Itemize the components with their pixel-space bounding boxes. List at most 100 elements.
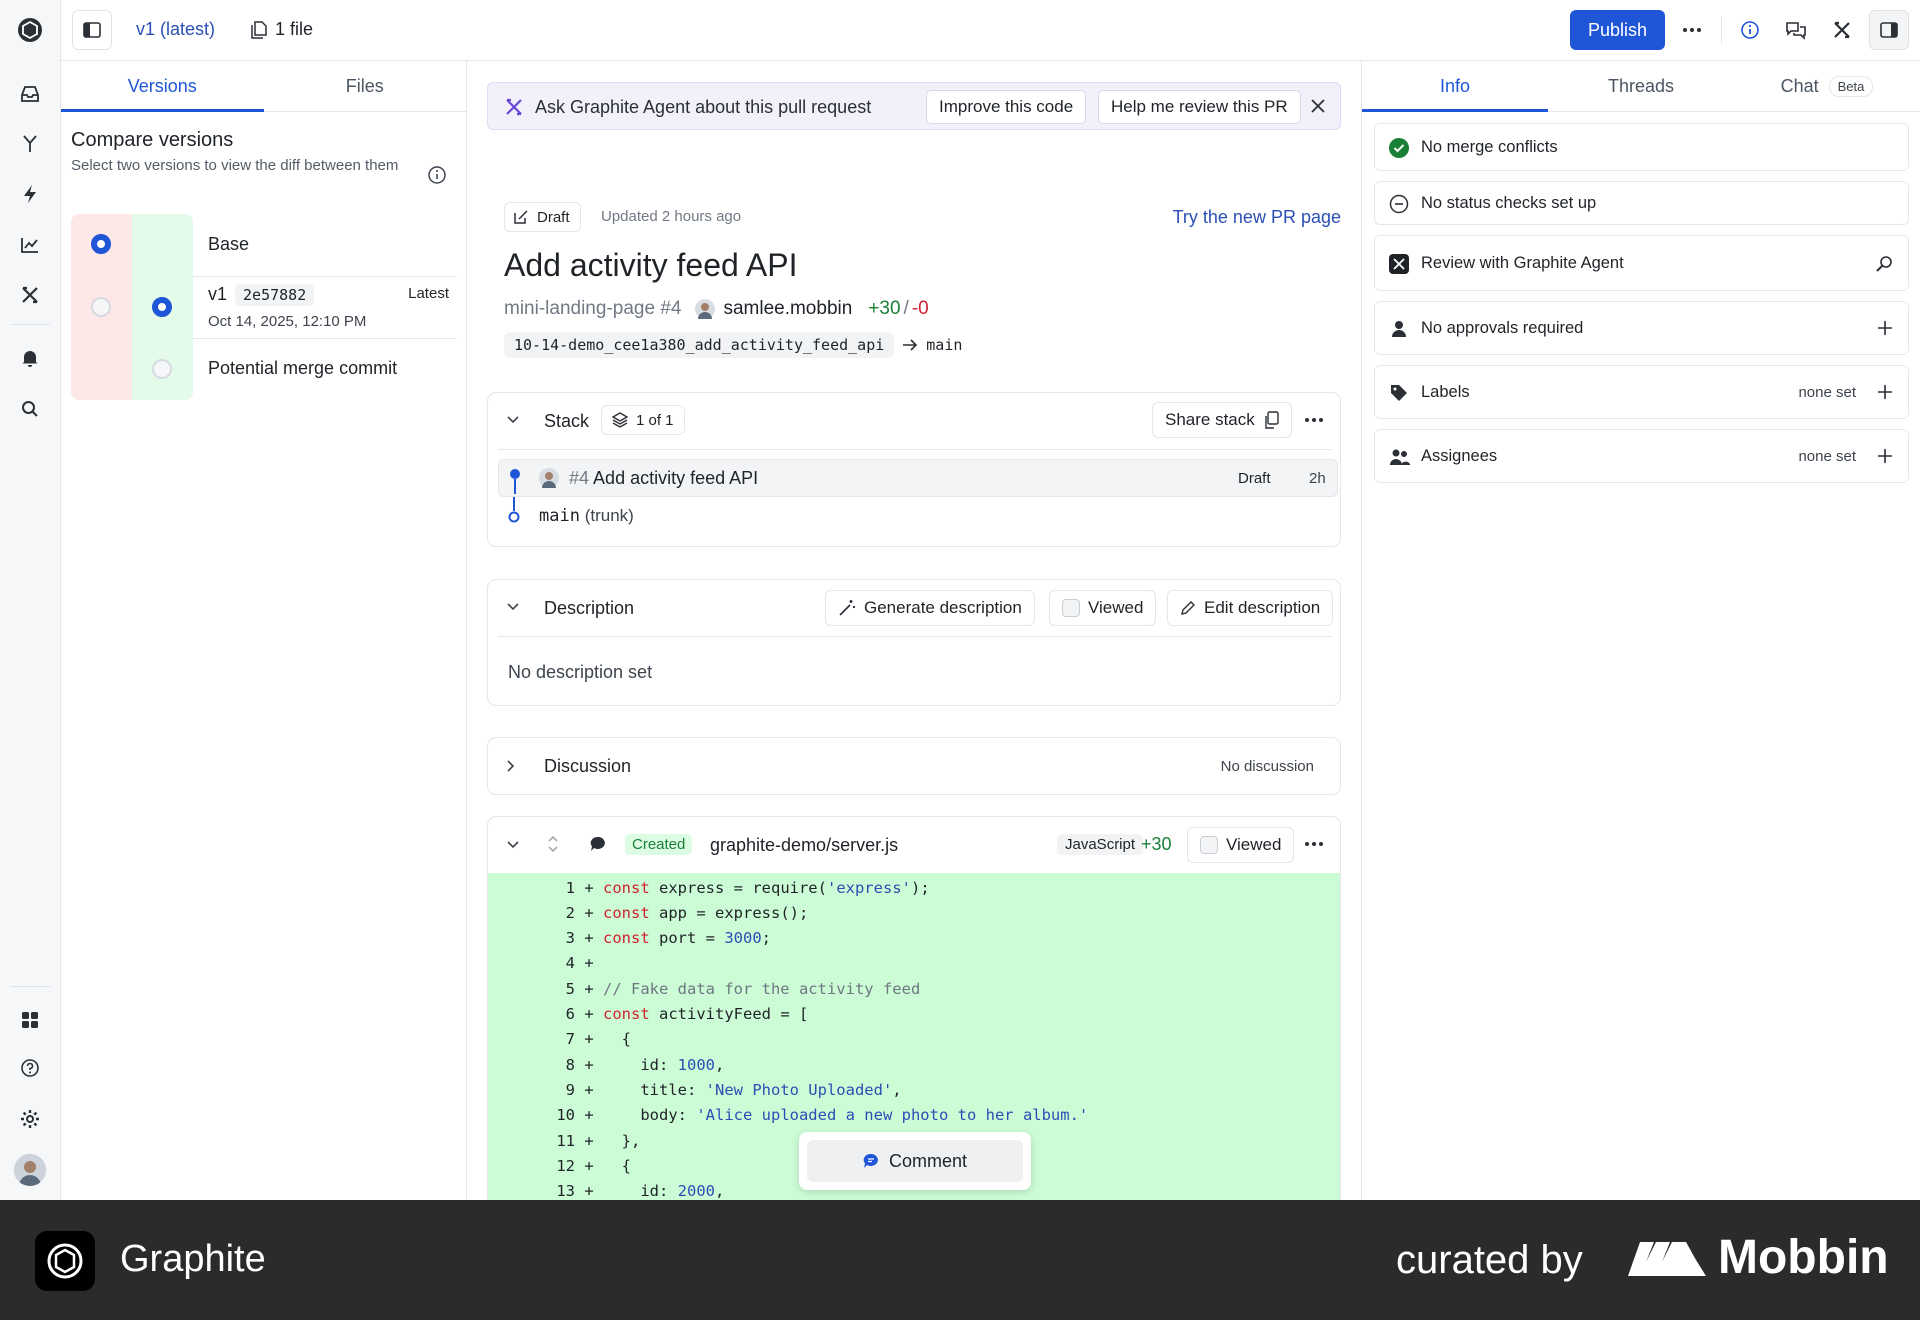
publish-button[interactable]: Publish [1570, 10, 1665, 50]
description-viewed-checkbox[interactable]: Viewed [1049, 590, 1157, 626]
search-code-icon[interactable] [1874, 254, 1894, 274]
comment-icon[interactable] [589, 835, 607, 853]
edit-description-button[interactable]: Edit description [1167, 590, 1334, 626]
line-source: title: 'New Photo Uploaded', [603, 1080, 902, 1099]
more-options-icon[interactable] [1299, 829, 1329, 859]
share-stack-button[interactable]: Share stack [1152, 402, 1292, 438]
graphite-agent-icon[interactable] [0, 275, 60, 315]
base-radio-left[interactable] [91, 234, 111, 254]
check-circle-icon [1389, 138, 1409, 158]
code-line[interactable]: 4 + [488, 951, 1340, 976]
apps-grid-icon[interactable] [0, 1000, 60, 1040]
line-source: { [603, 1156, 631, 1175]
description-title: Description [544, 598, 635, 618]
toggle-right-panel-button[interactable] [1869, 10, 1909, 50]
right-panel: Info Threads Chat Beta No merge conflicts… [1361, 61, 1920, 1200]
try-new-pr-page-link[interactable]: Try the new PR page [1173, 207, 1341, 228]
version-row-v1[interactable]: v1 2e57882 Oct 14, 2025, 12:10 PM Latest [71, 276, 457, 338]
tab-chat[interactable]: Chat Beta [1734, 61, 1920, 111]
expand-collapse-icon[interactable] [546, 835, 560, 853]
checkbox[interactable] [1200, 836, 1218, 854]
code-line[interactable]: 2 + const app = express(); [488, 900, 1340, 925]
person-icon [1389, 319, 1409, 339]
updated-time: Updated 2 hours ago [601, 208, 742, 225]
diff-marker: + [584, 979, 594, 998]
lightning-icon[interactable] [0, 174, 60, 214]
branch-name[interactable]: 10-14-demo_cee1a380_add_activity_feed_ap… [504, 332, 895, 358]
version-selector[interactable]: v1 (latest) [136, 19, 215, 40]
more-options-icon[interactable] [1299, 405, 1329, 435]
stack-item-trunk[interactable]: main (trunk) [539, 506, 634, 526]
stack-item-age: 2h [1309, 470, 1326, 487]
chevron-down-icon[interactable] [506, 602, 520, 612]
add-reviewer-icon[interactable] [1876, 319, 1894, 337]
code-line[interactable]: 3 + const port = 3000; [488, 926, 1340, 951]
insights-chart-icon[interactable] [0, 225, 60, 265]
diff-marker: + [584, 1131, 594, 1150]
agent-prompt-text[interactable]: Ask Graphite Agent about this pull reque… [535, 97, 871, 118]
chevron-right-icon[interactable] [506, 759, 516, 773]
info-icon[interactable] [427, 165, 447, 185]
review-with-agent-row[interactable]: Review with Graphite Agent [1374, 235, 1909, 291]
more-options-icon[interactable] [1676, 14, 1708, 46]
v1-radio-right[interactable] [152, 297, 172, 317]
code-line[interactable]: 8 + id: 1000, [488, 1052, 1340, 1077]
add-label-icon[interactable] [1876, 383, 1894, 401]
help-icon[interactable] [0, 1048, 60, 1088]
notifications-bell-icon[interactable] [0, 338, 60, 378]
add-assignee-icon[interactable] [1876, 447, 1894, 465]
user-avatar[interactable] [14, 1154, 46, 1186]
chevron-down-icon[interactable] [506, 415, 520, 425]
version-row-base[interactable]: Base [71, 214, 457, 276]
tab-threads[interactable]: Threads [1548, 61, 1734, 111]
code-line[interactable]: 6 + const activityFeed = [ [488, 1002, 1340, 1027]
author-name[interactable]: samlee.mobbin [723, 298, 852, 320]
graphite-agent-icon[interactable] [1826, 14, 1858, 46]
diff-marker: + [584, 1055, 594, 1074]
branch-info: 10-14-demo_cee1a380_add_activity_feed_ap… [504, 332, 962, 358]
close-icon[interactable] [1311, 99, 1325, 113]
search-icon[interactable] [0, 389, 60, 429]
toggle-sidebar-button[interactable] [72, 10, 112, 50]
line-number: 12 [556, 1156, 575, 1175]
code-line[interactable]: 7 + { [488, 1027, 1340, 1052]
checkbox[interactable] [1062, 599, 1080, 617]
tab-info[interactable]: Info [1362, 61, 1548, 112]
diff-marker: + [584, 878, 594, 897]
generate-description-button[interactable]: Generate description [825, 590, 1035, 626]
tab-files[interactable]: Files [264, 61, 467, 111]
code-line[interactable]: 5 + // Fake data for the activity feed [488, 976, 1340, 1001]
threads-chat-icon[interactable] [1780, 14, 1812, 46]
settings-gear-icon[interactable] [0, 1099, 60, 1139]
people-icon [1389, 447, 1411, 467]
version-row-merge-commit[interactable]: Potential merge commit [71, 338, 457, 400]
file-path[interactable]: graphite-demo/server.js [710, 835, 898, 856]
chevron-down-icon[interactable] [506, 840, 520, 850]
graphite-app-logo [35, 1231, 95, 1291]
code-line[interactable]: 1 + const express = require('express'); [488, 875, 1340, 900]
improve-code-button[interactable]: Improve this code [926, 90, 1087, 124]
v1-radio-left[interactable] [91, 297, 111, 317]
merge-icon[interactable] [0, 124, 60, 164]
help-review-button[interactable]: Help me review this PR [1098, 90, 1301, 124]
info-icon[interactable] [1734, 14, 1766, 46]
comment-popover: Comment [799, 1132, 1031, 1190]
file-viewed-checkbox[interactable]: Viewed [1187, 827, 1295, 863]
inbox-icon[interactable] [0, 74, 60, 114]
graphite-logo-icon[interactable] [0, 10, 60, 50]
version-label: Potential merge commit [208, 358, 398, 378]
merge-radio-right[interactable] [152, 359, 172, 379]
tag-icon [1389, 383, 1409, 403]
tab-versions[interactable]: Versions [61, 61, 264, 112]
author-avatar [695, 299, 716, 319]
repo-ref[interactable]: mini-landing-page #4 [504, 298, 681, 320]
files-count[interactable]: 1 file [251, 19, 313, 40]
version-label: Base [208, 234, 250, 254]
stack-item-current-pr[interactable]: #4 Add activity feed API Draft 2h [498, 459, 1338, 497]
comment-button[interactable]: Comment [807, 1140, 1023, 1182]
right-panel-tabs: Info Threads Chat Beta [1362, 61, 1920, 112]
mobbin-logo: Mobbin [1626, 1230, 1889, 1285]
code-line[interactable]: 9 + title: 'New Photo Uploaded', [488, 1077, 1340, 1102]
discussion-card[interactable]: Discussion No discussion [487, 737, 1341, 795]
code-line[interactable]: 10 + body: 'Alice uploaded a new photo to… [488, 1103, 1340, 1128]
